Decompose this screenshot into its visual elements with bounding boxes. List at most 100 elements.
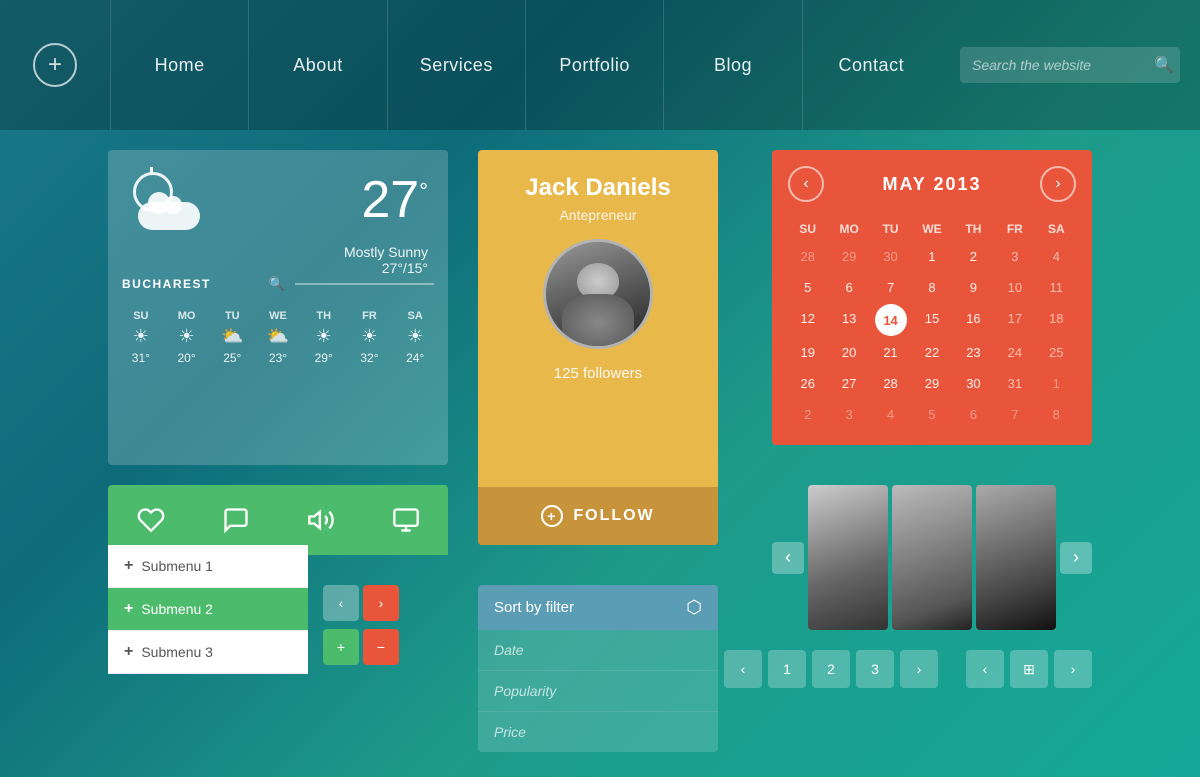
- cal-day[interactable]: 1: [912, 242, 951, 271]
- submenu-label-3: Submenu 3: [141, 644, 213, 660]
- cal-day[interactable]: 3: [995, 242, 1034, 271]
- cal-day[interactable]: 12: [788, 304, 827, 336]
- cal-day[interactable]: 16: [954, 304, 993, 336]
- submenu-item-1[interactable]: + Submenu 1: [108, 545, 308, 588]
- cal-day[interactable]: 4: [871, 400, 910, 429]
- cal-header-sa: SA: [1037, 218, 1076, 240]
- filter-option-price[interactable]: Price: [478, 712, 718, 752]
- pag-bottom-page-1[interactable]: 1: [768, 650, 806, 688]
- cal-day[interactable]: 3: [829, 400, 868, 429]
- calendar-prev-button[interactable]: ‹: [788, 166, 824, 202]
- cal-day[interactable]: 29: [829, 242, 868, 271]
- cal-day[interactable]: 23: [954, 338, 993, 367]
- cal-day[interactable]: 2: [788, 400, 827, 429]
- image-slider: ‹ ›: [772, 485, 1092, 630]
- cal-day[interactable]: 6: [954, 400, 993, 429]
- icon-menu-media[interactable]: [363, 485, 448, 555]
- search-icon: 🔍: [1154, 55, 1174, 75]
- heart-icon: [137, 506, 165, 534]
- cal-day[interactable]: 26: [788, 369, 827, 398]
- cal-day[interactable]: 30: [954, 369, 993, 398]
- cal-day[interactable]: 24: [995, 338, 1034, 367]
- filter-option-date[interactable]: Date: [478, 630, 718, 671]
- submenu-item-3[interactable]: + Submenu 3: [108, 631, 308, 674]
- cal-day[interactable]: 31: [995, 369, 1034, 398]
- cal-day[interactable]: 18: [1037, 304, 1076, 336]
- cal-day[interactable]: 13: [829, 304, 868, 336]
- cal-day[interactable]: 1: [1037, 369, 1076, 398]
- pag-bottom-next2[interactable]: ›: [1054, 650, 1092, 688]
- cal-day[interactable]: 21: [871, 338, 910, 367]
- submenu-item-2[interactable]: + Submenu 2: [108, 588, 308, 631]
- filter-option-popularity[interactable]: Popularity: [478, 671, 718, 712]
- filter-options: Date Popularity Price: [478, 630, 718, 752]
- cal-day[interactable]: 29: [912, 369, 951, 398]
- cal-day[interactable]: 17: [995, 304, 1034, 336]
- weather-search-icon[interactable]: 🔍: [269, 276, 285, 292]
- nav-item-home[interactable]: Home: [110, 0, 248, 130]
- cal-day-today[interactable]: 14: [875, 304, 907, 336]
- message-icon: [222, 506, 250, 534]
- cal-header-su: SU: [788, 218, 827, 240]
- cal-day[interactable]: 28: [788, 242, 827, 271]
- pag-remove-button[interactable]: −: [363, 629, 399, 665]
- follow-button[interactable]: + FOLLOW: [478, 487, 718, 545]
- cal-day[interactable]: 20: [829, 338, 868, 367]
- pag-bottom-page-3[interactable]: 3: [856, 650, 894, 688]
- cal-day[interactable]: 25: [1037, 338, 1076, 367]
- pag-bottom-page-2[interactable]: 2: [812, 650, 850, 688]
- calendar-next-button[interactable]: ›: [1040, 166, 1076, 202]
- cal-day[interactable]: 28: [871, 369, 910, 398]
- nav-item-contact[interactable]: Contact: [802, 0, 940, 130]
- cal-day[interactable]: 7: [995, 400, 1034, 429]
- submenu-plus-icon: +: [124, 600, 133, 618]
- cal-day[interactable]: 27: [829, 369, 868, 398]
- nav-item-portfolio[interactable]: Portfolio: [525, 0, 663, 130]
- cal-header-th: TH: [954, 218, 993, 240]
- cal-day[interactable]: 6: [829, 273, 868, 302]
- cal-day[interactable]: 4: [1037, 242, 1076, 271]
- cal-day[interactable]: 2: [954, 242, 993, 271]
- cal-day[interactable]: 15: [912, 304, 951, 336]
- content-area: 27° Mostly Sunny 27°/15° BUCHAREST 🔍 SU …: [108, 150, 1092, 757]
- cal-day[interactable]: 11: [1037, 273, 1076, 302]
- pag-bottom-next[interactable]: ›: [900, 650, 938, 688]
- cal-day[interactable]: 8: [1037, 400, 1076, 429]
- filter-header[interactable]: Sort by filter ⬡: [478, 585, 718, 630]
- cal-day[interactable]: 10: [995, 273, 1034, 302]
- pag-next-button[interactable]: ›: [363, 585, 399, 621]
- nav-logo[interactable]: +: [0, 43, 110, 87]
- cal-header-we: WE: [912, 218, 951, 240]
- weather-day-tu: TU ⛅ 25°: [209, 310, 255, 365]
- cal-day[interactable]: 8: [912, 273, 951, 302]
- cal-day[interactable]: 19: [788, 338, 827, 367]
- logo-circle[interactable]: +: [33, 43, 77, 87]
- cal-day[interactable]: 22: [912, 338, 951, 367]
- sun-cloud-icon: [128, 170, 208, 230]
- cal-day[interactable]: 9: [954, 273, 993, 302]
- cal-day[interactable]: 7: [871, 273, 910, 302]
- logo-plus-icon: +: [48, 51, 62, 79]
- slider-prev-button[interactable]: ‹: [772, 542, 804, 574]
- calendar-header: ‹ MAY 2013 ›: [788, 166, 1076, 202]
- pag-row-1: ‹ ›: [323, 585, 399, 621]
- cal-day[interactable]: 5: [912, 400, 951, 429]
- submenu-label-2: Submenu 2: [141, 601, 213, 617]
- weather-day-th: TH ☀ 29°: [301, 310, 347, 365]
- submenu-plus-icon: +: [124, 557, 133, 575]
- nav-item-blog[interactable]: Blog: [663, 0, 801, 130]
- cal-day[interactable]: 5: [788, 273, 827, 302]
- nav-item-about[interactable]: About: [248, 0, 386, 130]
- weather-forecast-grid: SU ☀ 31° MO ☀ 20° TU ⛅ 25° WE ⛅ 23° TH ☀: [108, 300, 448, 365]
- search-bar[interactable]: 🔍: [960, 47, 1180, 83]
- search-input[interactable]: [972, 57, 1154, 73]
- slider-next-button[interactable]: ›: [1060, 542, 1092, 574]
- pagination-small: ‹ › + −: [323, 585, 399, 665]
- pag-bottom-prev[interactable]: ‹: [724, 650, 762, 688]
- pag-bottom-prev2[interactable]: ‹: [966, 650, 1004, 688]
- nav-item-services[interactable]: Services: [387, 0, 525, 130]
- pag-grid-view-button[interactable]: ⊞: [1010, 650, 1048, 688]
- cal-day[interactable]: 30: [871, 242, 910, 271]
- pag-prev-button[interactable]: ‹: [323, 585, 359, 621]
- pag-add-button[interactable]: +: [323, 629, 359, 665]
